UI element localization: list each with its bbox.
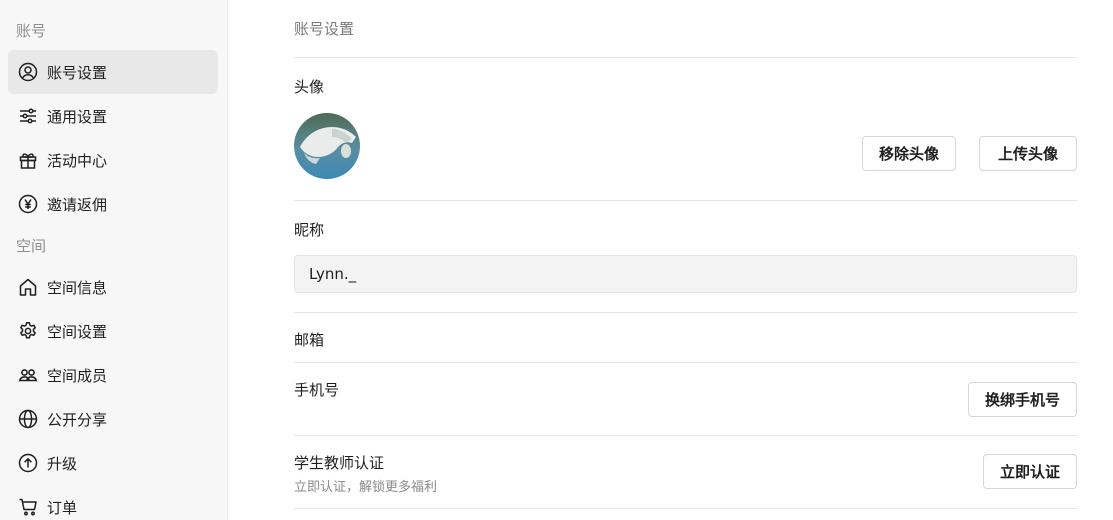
sidebar-item-label: 活动中心 (47, 151, 108, 170)
sliders-icon (18, 106, 38, 126)
sidebar-item-label: 公开分享 (47, 410, 108, 429)
sidebar-item-invite-rebate[interactable]: 邀请返佣 (8, 182, 218, 226)
sidebar-item-label: 升级 (47, 454, 78, 473)
home-icon (18, 277, 38, 297)
sidebar-item-label: 账号设置 (47, 63, 108, 82)
user-circle-icon (18, 62, 38, 82)
sidebar: 账号 账号设置 通用设置 活动中心 邀请返佣 空间 空间信息 空间设置 空间成员… (0, 0, 228, 520)
verification-subtitle: 立即认证，解锁更多福利 (294, 480, 438, 495)
divider (294, 362, 1077, 363)
phone-label: 手机号 (294, 381, 340, 399)
page-title: 账号设置 (294, 20, 355, 38)
avatar-label: 头像 (294, 78, 325, 96)
arrow-up-circle-icon (18, 453, 38, 473)
sidebar-item-label: 订单 (47, 498, 78, 517)
globe-icon (18, 409, 38, 429)
cart-icon (18, 497, 38, 517)
verification-label: 学生教师认证 (294, 454, 385, 472)
sidebar-item-label: 空间信息 (47, 278, 108, 297)
gear-icon (18, 321, 38, 341)
sidebar-item-label: 空间成员 (47, 366, 108, 385)
sidebar-item-account-settings[interactable]: 账号设置 (8, 50, 218, 94)
sidebar-item-space-info[interactable]: 空间信息 (8, 265, 218, 309)
sidebar-item-general-settings[interactable]: 通用设置 (8, 94, 218, 138)
gift-icon (18, 150, 38, 170)
sidebar-section-space: 空间 (16, 237, 47, 255)
sidebar-item-space-members[interactable]: 空间成员 (8, 353, 218, 397)
divider (294, 200, 1077, 201)
divider (294, 57, 1077, 58)
upload-avatar-button[interactable]: 上传头像 (979, 136, 1077, 171)
rebind-phone-button[interactable]: 换绑手机号 (968, 382, 1077, 417)
avatar[interactable] (294, 113, 360, 179)
divider (294, 312, 1077, 313)
sidebar-item-label: 通用设置 (47, 107, 108, 126)
divider (294, 508, 1077, 509)
sidebar-item-label: 邀请返佣 (47, 195, 108, 214)
divider (294, 435, 1077, 436)
yen-circle-icon (18, 194, 38, 214)
sidebar-item-activity-center[interactable]: 活动中心 (8, 138, 218, 182)
email-label: 邮箱 (294, 331, 325, 349)
nickname-label: 昵称 (294, 221, 325, 239)
verify-now-button[interactable]: 立即认证 (983, 454, 1077, 489)
members-icon (18, 365, 38, 385)
nickname-input[interactable] (294, 255, 1077, 293)
sidebar-item-label: 空间设置 (47, 322, 108, 341)
sidebar-item-public-share[interactable]: 公开分享 (8, 397, 218, 441)
sidebar-item-space-settings[interactable]: 空间设置 (8, 309, 218, 353)
sidebar-section-account: 账号 (16, 22, 47, 40)
remove-avatar-button[interactable]: 移除头像 (862, 136, 956, 171)
account-settings-panel: 账号设置 头像 移除头像 上传头像 昵称 邮箱 手机号 换绑手机号 学生教师认证… (294, 0, 1077, 520)
sidebar-item-upgrade[interactable]: 升级 (8, 441, 218, 485)
sidebar-item-orders[interactable]: 订单 (8, 485, 218, 520)
